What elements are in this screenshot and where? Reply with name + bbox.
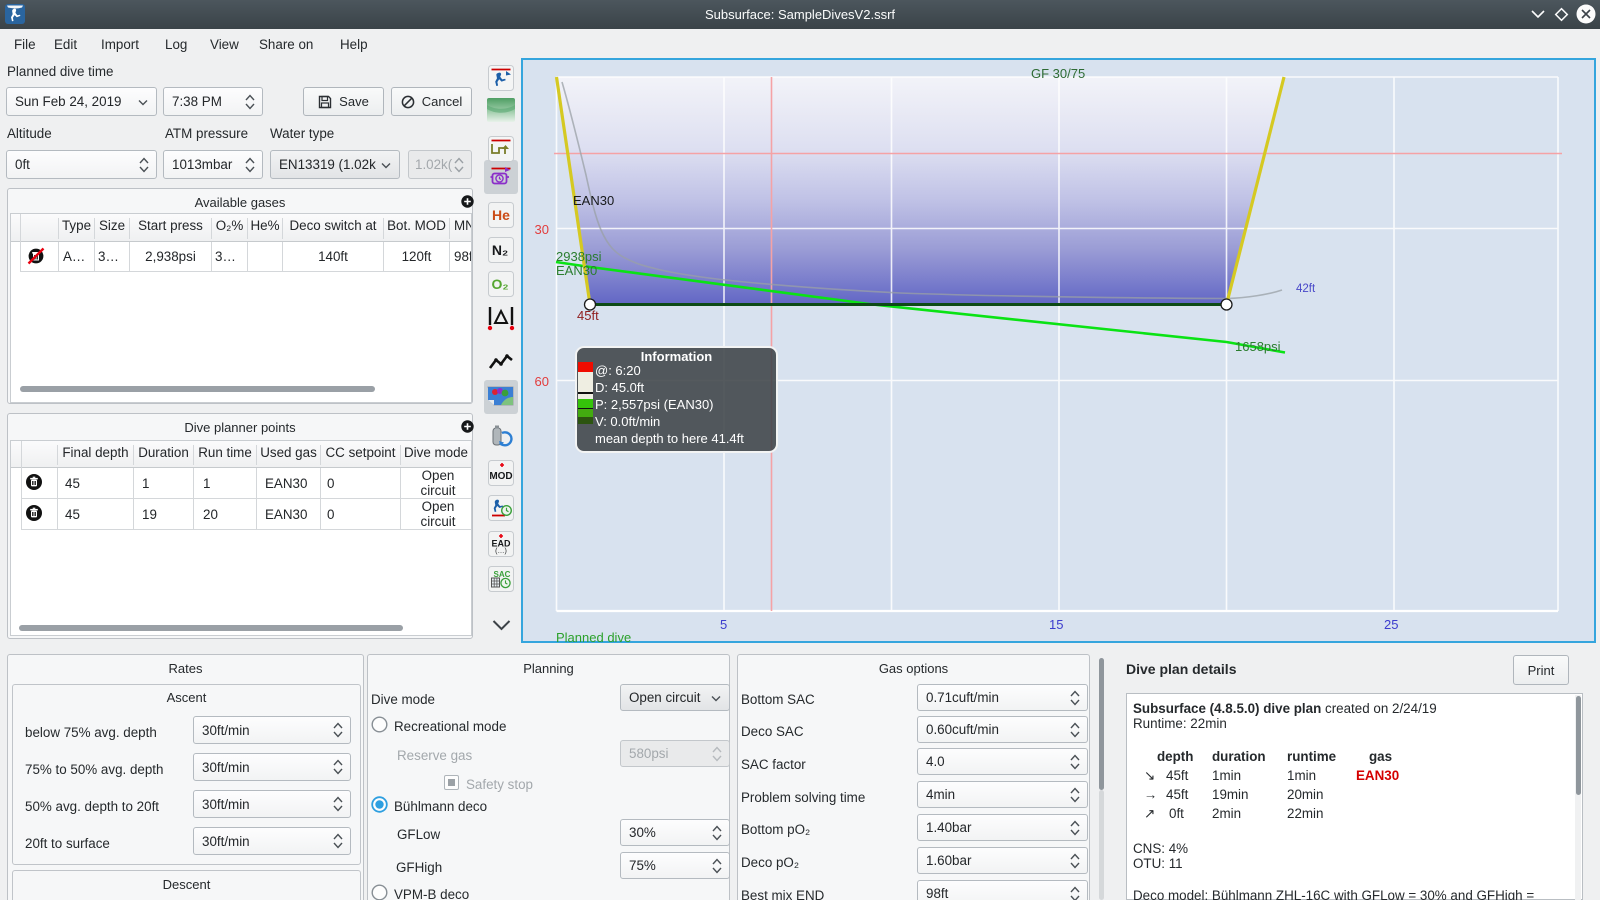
svg-text:42ft: 42ft <box>1296 283 1316 295</box>
svg-text:60: 60 <box>535 374 549 389</box>
svg-text:2938psi: 2938psi <box>556 249 602 264</box>
svg-text:30: 30 <box>535 222 549 237</box>
svg-text:MOD: MOD <box>489 471 512 482</box>
svg-text:45ft: 45ft <box>577 308 599 323</box>
svg-text:He: He <box>492 207 510 223</box>
svg-text:GF 30/75: GF 30/75 <box>1031 66 1085 81</box>
svg-text:Planned dive: Planned dive <box>556 630 631 643</box>
svg-text:N₂: N₂ <box>492 242 508 258</box>
svg-text:O₂: O₂ <box>491 276 508 292</box>
svg-text:EAD: EAD <box>491 539 511 549</box>
svg-text:EAN30: EAN30 <box>556 263 597 278</box>
svg-text:EAN30: EAN30 <box>573 193 614 208</box>
svg-text:25: 25 <box>1384 617 1398 632</box>
svg-text:15: 15 <box>1049 617 1063 632</box>
svg-text:5: 5 <box>720 617 727 632</box>
svg-text:1658psi: 1658psi <box>1235 339 1281 354</box>
svg-text:(…): (…) <box>495 548 507 555</box>
